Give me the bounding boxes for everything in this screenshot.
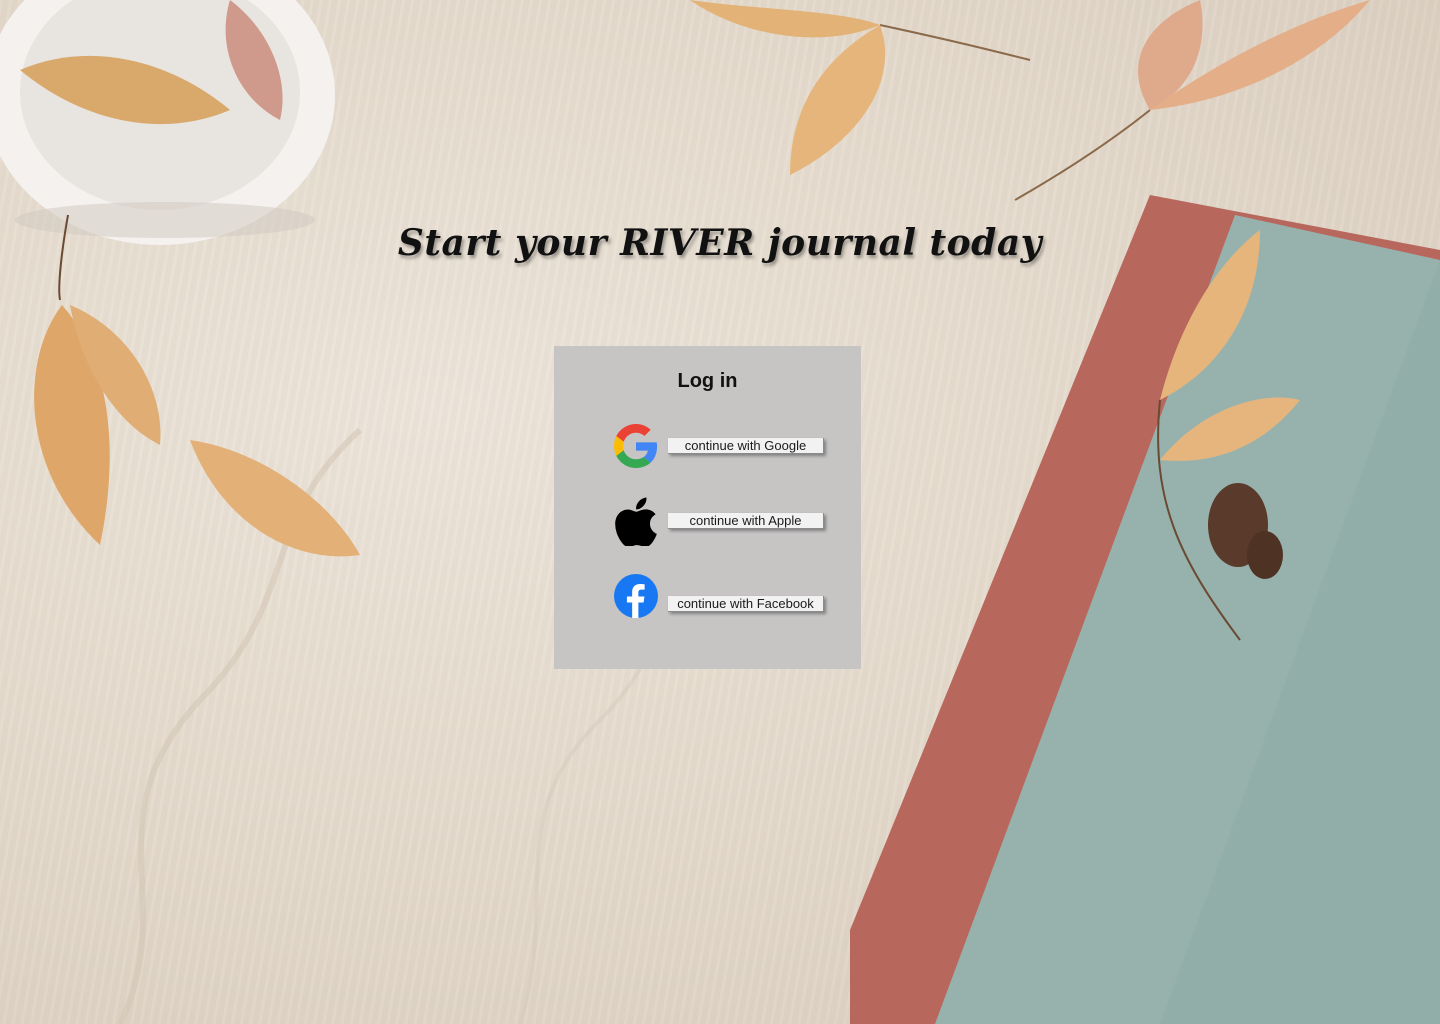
- apple-icon[interactable]: [614, 496, 658, 546]
- twig: [879, 24, 1031, 61]
- continue-with-apple-button[interactable]: continue with Apple: [668, 513, 824, 529]
- continue-with-facebook-button[interactable]: continue with Facebook: [668, 596, 824, 612]
- apple-login-row: continue with Apple: [614, 496, 828, 546]
- facebook-icon[interactable]: [614, 574, 658, 618]
- facebook-login-row: continue with Facebook: [614, 574, 828, 618]
- login-title: Log in: [677, 370, 738, 392]
- leaf: [790, 25, 886, 175]
- continue-with-google-button[interactable]: continue with Google: [668, 438, 824, 454]
- google-icon[interactable]: [614, 424, 658, 468]
- google-login-row: continue with Google: [614, 424, 828, 468]
- login-card: Log in continue with Google continue wit…: [554, 346, 861, 669]
- leaf: [690, 0, 880, 38]
- twig: [1014, 109, 1151, 201]
- page-headline: Start your RIVER journal today: [397, 222, 1043, 264]
- pine-cone: [1247, 531, 1283, 579]
